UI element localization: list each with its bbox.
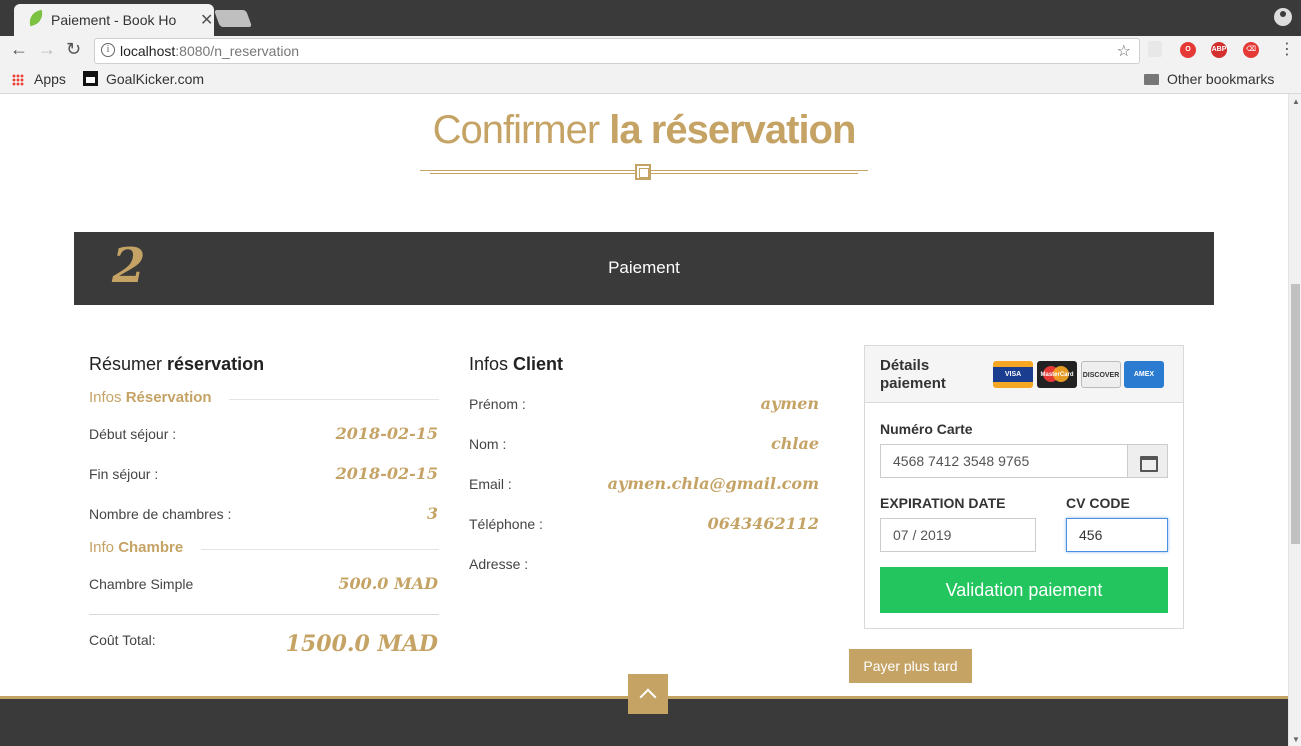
pay-later-button[interactable]: Payer plus tard <box>849 649 972 683</box>
profile-icon[interactable] <box>1274 8 1292 26</box>
total-divider <box>89 614 439 615</box>
browser-chrome: Paiement - Book Ho ✕ ← → ↻ i localhost:8… <box>0 0 1301 94</box>
scroll-down-icon[interactable]: ▼ <box>1292 735 1300 744</box>
phone-label: Téléphone : <box>469 516 543 532</box>
room-price-value: 500.0 MAD <box>338 574 438 593</box>
browser-toolbar: ← → ↻ i localhost:8080/n_reservation ☆ O… <box>0 36 1301 66</box>
reservation-section-title: Infos Réservation <box>89 389 212 406</box>
folder-icon[interactable] <box>1144 74 1159 85</box>
favicon-leaf-icon <box>26 9 46 27</box>
cv-code-input[interactable]: 456 <box>1066 518 1168 552</box>
total-value: 1500.0 MAD <box>285 631 438 657</box>
cv-code-label: CV CODE <box>1066 495 1130 511</box>
payment-header-title: Détails paiement <box>880 357 946 392</box>
bookmark-goalkicker[interactable]: GoalKicker.com <box>106 71 204 87</box>
url-text[interactable]: localhost:8080/n_reservation <box>120 43 299 59</box>
bookmark-apps[interactable]: Apps <box>34 71 66 87</box>
tab-strip: Paiement - Book Ho ✕ <box>0 0 1301 36</box>
total-label: Coût Total: <box>89 632 156 648</box>
discover-logo-icon: DISCOVER <box>1081 361 1121 388</box>
bookmarks-bar: Apps GoalKicker.com Other bookmarks <box>0 66 1301 94</box>
payment-header: Détails paiement VISA MasterCard DISCOVE… <box>865 346 1183 403</box>
page-content: Confirmer la réservation 2 Paiement Résu… <box>0 94 1288 746</box>
back-arrow-icon[interactable]: ← <box>10 39 28 60</box>
firstname-label: Prénom : <box>469 396 526 412</box>
section-divider <box>229 399 439 400</box>
card-number-input[interactable]: 4568 7412 3548 9765 <box>880 444 1128 478</box>
address-label: Adresse : <box>469 556 529 572</box>
end-date-label: Fin séjour : <box>89 466 159 482</box>
rooms-count-value: 3 <box>426 504 438 523</box>
email-value: aymen.chla@gmail.com <box>607 474 819 493</box>
client-title: Infos Client <box>469 354 564 374</box>
bookmark-star-icon[interactable]: ☆ <box>1117 41 1131 61</box>
extension-page-icon[interactable] <box>1148 41 1162 57</box>
scroll-thumb[interactable] <box>1291 284 1300 544</box>
menu-kebab-icon[interactable]: ⋮ <box>1279 39 1295 59</box>
scroll-top-button[interactable] <box>628 674 668 714</box>
opera-extension-icon[interactable]: O <box>1180 42 1196 58</box>
scroll-up-icon[interactable]: ▲ <box>1292 97 1300 106</box>
end-date-value: 2018-02-15 <box>335 464 438 483</box>
expiration-input[interactable]: 07 / 2019 <box>880 518 1036 552</box>
page-title: Confirmer la réservation <box>432 108 857 152</box>
card-number-label: Numéro Carte <box>880 421 973 437</box>
adblock-icon[interactable]: ABP <box>1211 42 1227 58</box>
mastercard-logo-icon: MasterCard <box>1037 361 1077 388</box>
room-type-label: Chambre Simple <box>89 576 194 592</box>
page-scrollbar[interactable]: ▲ ▼ <box>1288 94 1301 746</box>
amex-logo-icon: AMEX <box>1124 361 1164 388</box>
address-bar[interactable]: i localhost:8080/n_reservation ☆ <box>94 38 1140 64</box>
info-icon[interactable]: i <box>101 43 115 57</box>
credit-card-icon[interactable] <box>1127 444 1168 478</box>
goalkicker-icon[interactable] <box>83 71 98 86</box>
firstname-value: aymen <box>760 394 819 413</box>
reload-icon[interactable]: ↻ <box>66 39 81 60</box>
forward-arrow-icon[interactable]: → <box>38 39 56 60</box>
tab-title: Paiement - Book Ho <box>51 12 177 28</box>
trash-extension-icon[interactable]: ⌫ <box>1243 42 1259 58</box>
section-divider <box>201 549 439 550</box>
expiration-label: EXPIRATION DATE <box>880 495 1006 511</box>
start-date-label: Début séjour : <box>89 426 177 442</box>
apps-grid-icon[interactable] <box>12 74 24 86</box>
step-bar: 2 Paiement <box>74 232 1214 305</box>
bookmark-other[interactable]: Other bookmarks <box>1167 71 1274 87</box>
tab-active[interactable]: Paiement - Book Ho ✕ <box>14 4 214 36</box>
room-section-title: Info Chambre <box>89 539 184 556</box>
lastname-value: chlae <box>771 434 819 453</box>
new-tab-button[interactable] <box>213 10 253 27</box>
phone-value: 0643462112 <box>707 514 819 533</box>
tab-close-icon[interactable]: ✕ <box>200 10 213 30</box>
step-title: Paiement <box>608 258 680 277</box>
lastname-label: Nom : <box>469 436 507 452</box>
start-date-value: 2018-02-15 <box>335 424 438 443</box>
rooms-count-label: Nombre de chambres : <box>89 506 232 522</box>
email-label: Email : <box>469 476 512 492</box>
title-divider <box>420 164 868 180</box>
visa-logo-icon: VISA <box>993 361 1033 388</box>
validate-payment-button[interactable]: Validation paiement <box>880 567 1168 613</box>
summary-title: Résumer réservation <box>89 354 265 374</box>
